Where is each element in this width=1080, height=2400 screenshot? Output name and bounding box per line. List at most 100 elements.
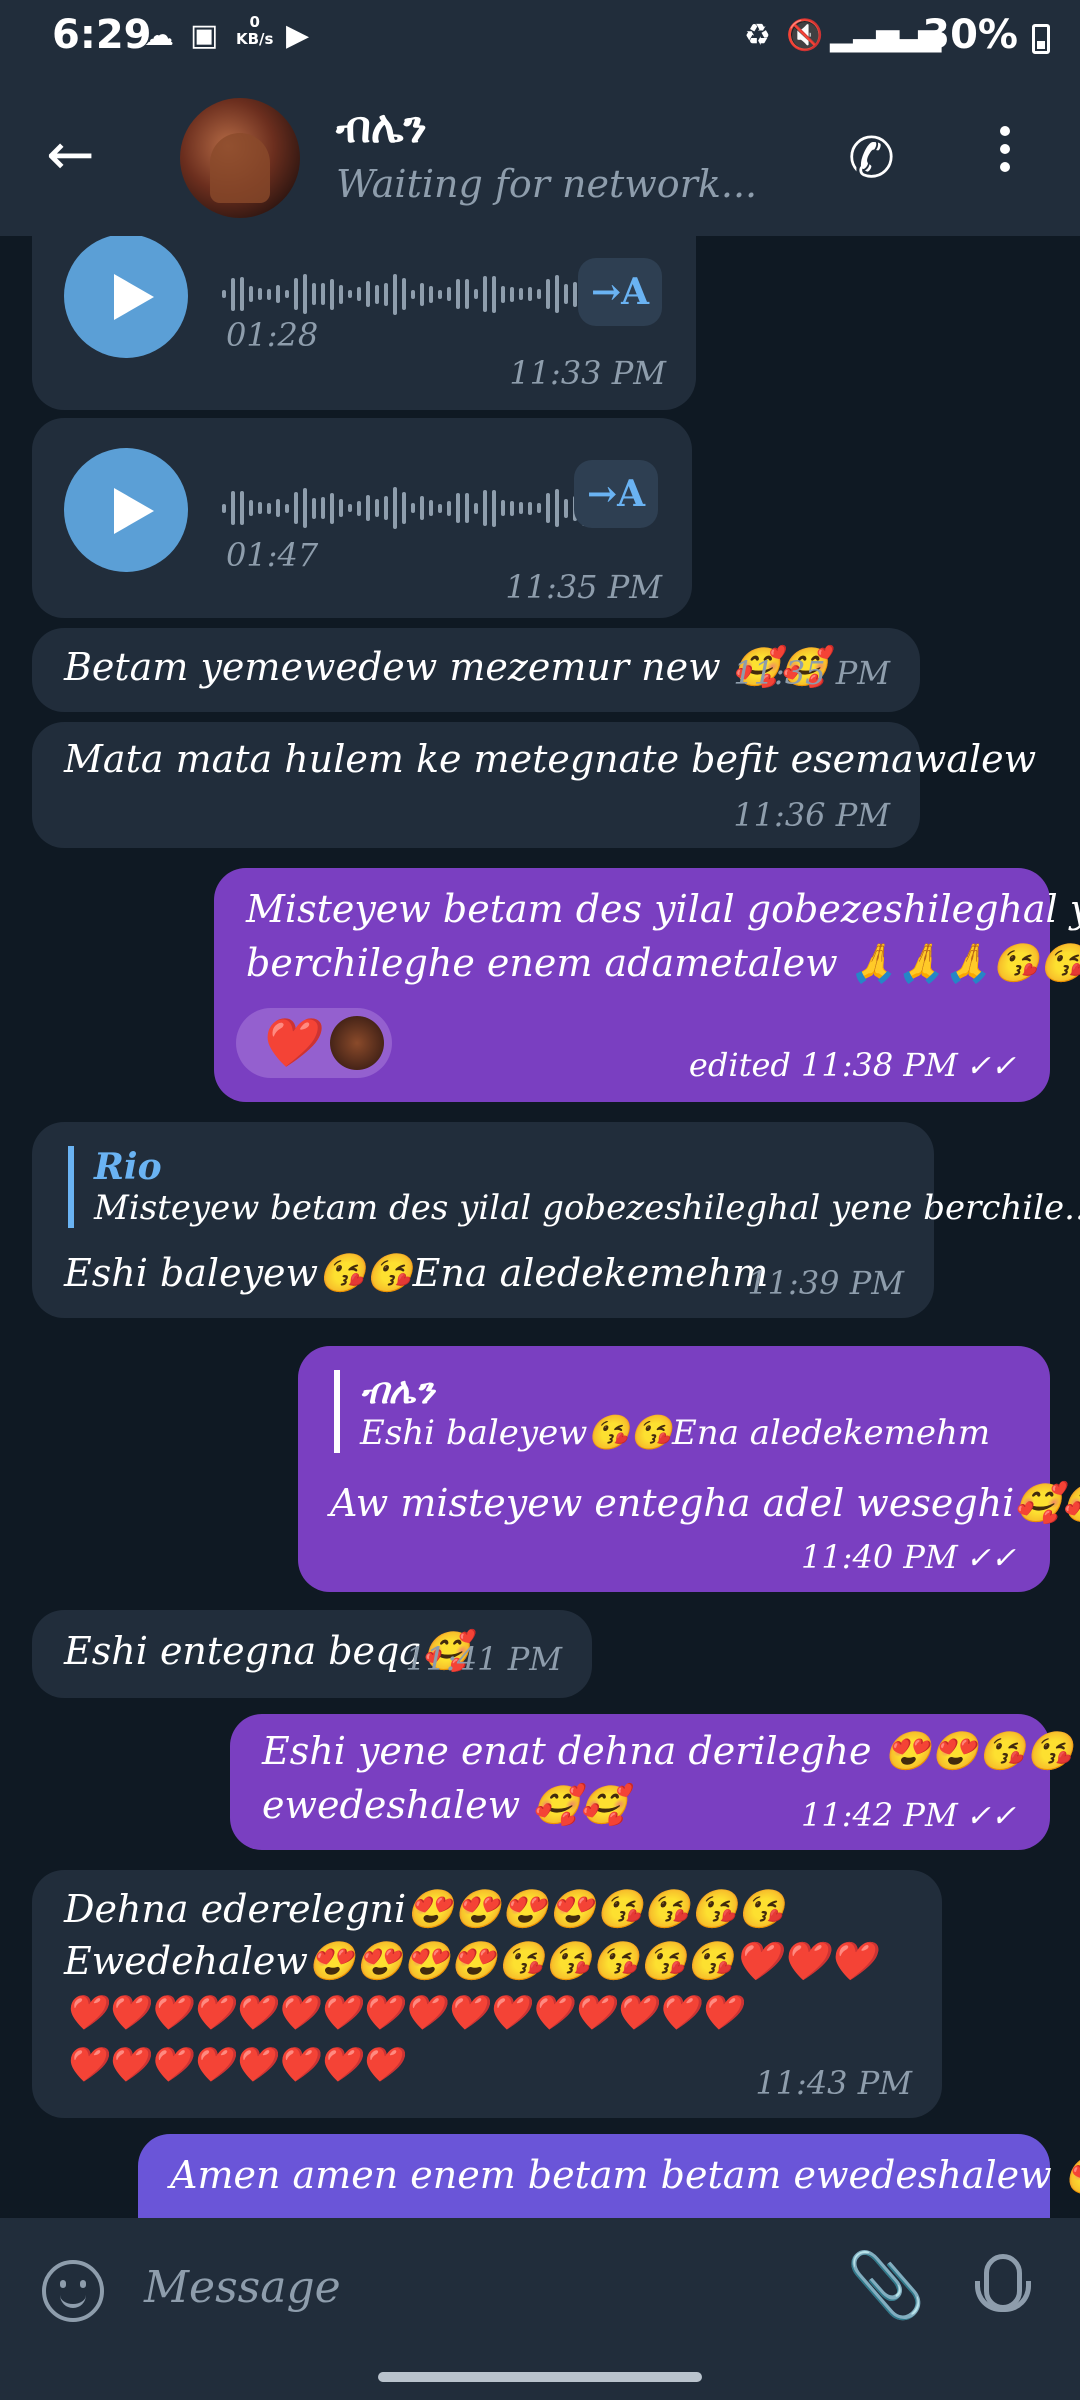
status-time: 6:29 [52, 12, 152, 58]
message-time: 11:43 PM [755, 2064, 912, 2102]
waveform-bar [528, 501, 532, 515]
waveform-bar [456, 279, 460, 309]
voice-message[interactable]: →A 01:47 11:35 PM [32, 418, 692, 618]
waveform-bar [483, 490, 487, 526]
double-check-icon: ✓✓ [965, 1049, 1016, 1084]
gesture-bar[interactable] [378, 2372, 702, 2382]
waveform-bar [429, 500, 433, 516]
waveform-bar [330, 278, 334, 310]
waveform-bar [402, 492, 406, 524]
waveform-bar [357, 287, 361, 301]
waveform[interactable] [222, 272, 631, 316]
waveform-bar [357, 500, 361, 516]
message-text: Aw misteyew entegha adel weseghi🥰🥰 [330, 1481, 1080, 1525]
message-time: 11:39 PM [747, 1264, 904, 1302]
message-input[interactable]: Message [144, 2262, 341, 2313]
reply-author: ብሌን [360, 1370, 435, 1412]
outgoing-reply-message[interactable]: ብሌን Eshi baleyew😘😘Ena aledekemehm Aw mis… [298, 1346, 1080, 1592]
waveform-bar [312, 497, 316, 519]
waveform-bar [411, 503, 415, 513]
waveform-bar [321, 497, 325, 519]
message-time: 11:35 PM [505, 568, 662, 606]
emoji-icon[interactable] [42, 2260, 104, 2322]
reply-quote[interactable]: Rio Misteyew betam des yilal gobezeshile… [68, 1146, 1080, 1228]
waveform-bar [231, 277, 235, 311]
waveform-bar [429, 285, 433, 303]
transcribe-button[interactable]: →A [578, 258, 662, 326]
waveform-bar [267, 502, 271, 514]
message-text-line: Eshi yene enat dehna derileghe 😍😍😘😘 [262, 1729, 1073, 1773]
waveform-bar [411, 289, 415, 299]
waveform-bar [456, 493, 460, 523]
message-bubble[interactable]: Betam yemewedew mezemur new 🥰🥰 11:35 PM [32, 628, 920, 712]
arrow-left-icon[interactable]: ← [46, 124, 95, 184]
reply-preview: Eshi baleyew😘😘Ena aledekemehm [360, 1413, 991, 1453]
message-bubble[interactable]: Mata mata hulem ke metegnate befit esema… [32, 722, 1036, 848]
chat-title[interactable]: ብሌን [336, 102, 427, 153]
message-text-line: ❤️❤️❤️❤️❤️❤️❤️❤️ [64, 2045, 403, 2085]
waveform-bar [366, 281, 370, 307]
outgoing-message[interactable]: Misteyew betam des yilal gobezeshileghal… [214, 868, 1080, 1102]
message-text-line: Amen amen enem betam betam ewedeshalew 😍 [170, 2153, 1080, 2197]
waveform-bar [285, 503, 289, 513]
message-text-line: ewedeshalew 🥰🥰 [262, 1783, 627, 1827]
waveform-bar [375, 499, 379, 517]
waveform-bar [501, 285, 505, 303]
phone-icon[interactable]: ✆ [848, 126, 895, 191]
message-text-line: Misteyew betam des yilal gobezeshileghal… [246, 887, 1080, 931]
message-bubble[interactable]: Eshi entegna beqa🥰 11:41 PM [32, 1610, 592, 1698]
status-bar: 6:29 ☁ ▣ 0 KB/s ▶ ♻ 🔇 ▂▃▅ ▂▃▅ 30% [0, 0, 1080, 78]
waveform-bar [285, 290, 289, 298]
avatar[interactable] [180, 98, 300, 218]
waveform-bar [276, 285, 280, 303]
waveform-bar [258, 288, 262, 300]
play-icon[interactable] [64, 448, 188, 572]
network-speed: 0 KB/s [236, 13, 274, 48]
mute-icon: 🔇 [786, 18, 824, 53]
waveform-bar [339, 499, 343, 517]
waveform-bar [366, 495, 370, 521]
waveform-bar [555, 275, 559, 313]
waveform-bar [546, 493, 550, 523]
waveform-bar [375, 284, 379, 304]
waveform-bar [348, 290, 352, 298]
waveform-bar [465, 493, 469, 523]
voice-message[interactable]: →A 01:28 11:33 PM [32, 236, 696, 410]
waveform-bar [537, 289, 541, 299]
reaction-chip[interactable]: ❤️ [236, 1008, 392, 1078]
waveform-bar [321, 283, 325, 305]
reply-quote[interactable]: ብሌን Eshi baleyew😘😘Ena aledekemehm [334, 1370, 990, 1453]
reply-preview: Misteyew betam des yilal gobezeshileghal… [94, 1188, 1080, 1228]
waveform-bar [222, 290, 226, 298]
reply-message[interactable]: Rio Misteyew betam des yilal gobezeshile… [32, 1122, 1080, 1318]
message-time: edited 11:38 PM ✓✓ [688, 1046, 1016, 1084]
transcribe-button[interactable]: →A [574, 460, 658, 528]
waveform-bar [465, 279, 469, 309]
message-time: 11:35 PM [733, 654, 890, 692]
message-bubble[interactable]: Dehna ederelegni😍😍😍😍😘😘😘😘 Ewedehalew😍😍😍😍😘… [32, 1870, 942, 2118]
outgoing-message[interactable]: Amen amen enem betam betam ewedeshalew 😍 [138, 2134, 1080, 2218]
message-list[interactable]: →A 01:28 11:33 PM →A 01:47 11:35 PM Beta… [0, 236, 1080, 2218]
message-time: 11:42 PM ✓✓ [801, 1796, 1016, 1834]
message-text-line: ❤️❤️❤️❤️❤️❤️❤️❤️❤️❤️❤️❤️❤️❤️❤️❤️ [64, 1993, 742, 2033]
message-text-line: berchileghe enem adametalew 🙏🙏🙏😘😘 [246, 941, 1080, 985]
reaction-avatar [330, 1016, 384, 1070]
play-icon[interactable] [64, 236, 188, 358]
waveform-bar [447, 500, 451, 516]
message-text-line: Ewedehalew😍😍😍😍😘😘😘😘😘❤️❤️❤️ [64, 1939, 876, 1983]
waveform-bar [348, 504, 352, 512]
waveform-bar [294, 278, 298, 310]
message-text: Betam yemewedew mezemur new 🥰🥰 [64, 645, 828, 689]
message-time: 11:33 PM [509, 354, 666, 392]
waveform-bar [249, 500, 253, 516]
chat-header: ← ብሌን Waiting for network... ✆ [0, 78, 1080, 236]
waveform-bar [420, 282, 424, 306]
paperclip-icon[interactable]: 📎 [846, 2248, 926, 2323]
waveform-bar [240, 277, 244, 311]
more-vertical-icon[interactable] [1000, 118, 1014, 180]
outgoing-message[interactable]: Eshi yene enat dehna derileghe 😍😍😘😘 ewed… [230, 1714, 1073, 1850]
waveform[interactable] [222, 486, 631, 530]
microphone-icon[interactable] [975, 2254, 1031, 2312]
message-time: 11:41 PM [405, 1640, 562, 1678]
waveform-bar [330, 492, 334, 524]
